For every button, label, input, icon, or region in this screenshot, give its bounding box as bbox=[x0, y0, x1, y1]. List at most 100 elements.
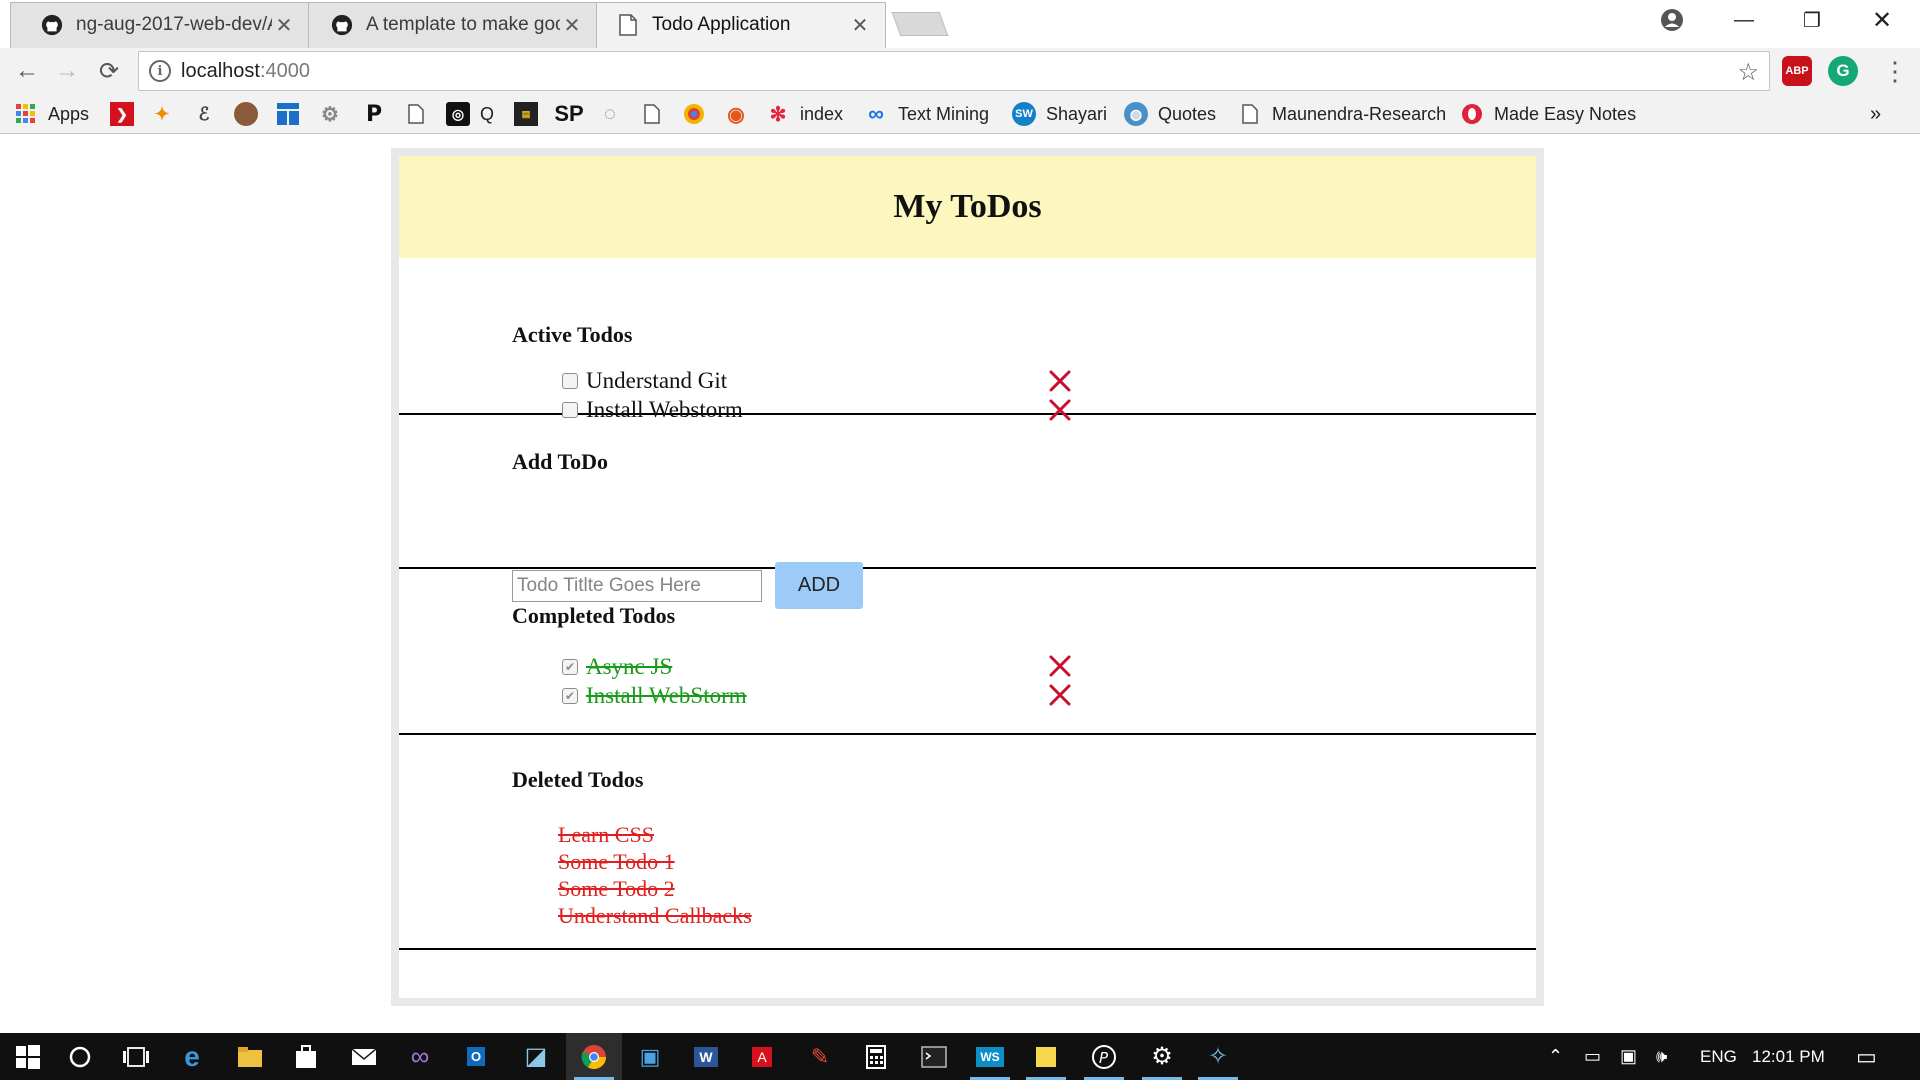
todo-checkbox-checked[interactable]: ✔ bbox=[562, 688, 578, 704]
store-icon[interactable] bbox=[278, 1033, 334, 1080]
bookmark-item[interactable]: SP bbox=[554, 100, 594, 128]
tab-2[interactable]: A template to make good ✕ bbox=[300, 2, 598, 48]
bookmark-item[interactable] bbox=[640, 100, 674, 128]
paint-3d-icon[interactable]: ✧ bbox=[1190, 1033, 1246, 1080]
tab-title: Todo Application bbox=[652, 14, 791, 35]
close-tab-icon[interactable]: ✕ bbox=[560, 13, 584, 38]
network-icon[interactable]: ▣ bbox=[1620, 1033, 1637, 1080]
bookmark-item[interactable]: ▤ bbox=[514, 100, 548, 128]
bookmark-item[interactable]: ⚙ bbox=[318, 100, 352, 128]
deleted-todo: Understand Callbacks bbox=[558, 903, 752, 928]
paint-icon[interactable]: ✎ bbox=[792, 1033, 848, 1080]
tab-1[interactable]: ng-aug-2017-web-dev/A ✕ bbox=[10, 2, 310, 48]
close-tab-icon[interactable]: ✕ bbox=[272, 13, 296, 38]
clock-time[interactable]: 12:01 PM bbox=[1752, 1033, 1825, 1080]
visual-studio-icon[interactable]: ∞ bbox=[392, 1033, 448, 1080]
bookmark-index[interactable]: ✻ index bbox=[766, 100, 843, 128]
bookmark-item[interactable]: ❯ bbox=[110, 100, 144, 128]
action-center-icon[interactable]: ▭ bbox=[1856, 1033, 1877, 1080]
volume-icon[interactable]: 🕪 bbox=[1656, 1033, 1667, 1080]
outlook-icon[interactable]: O bbox=[448, 1033, 504, 1080]
close-tab-icon[interactable]: ✕ bbox=[848, 13, 872, 38]
media-player-icon[interactable]: P bbox=[1076, 1033, 1132, 1080]
site-info-icon[interactable]: i bbox=[149, 60, 171, 82]
notes-icon[interactable]: ◪ bbox=[508, 1033, 564, 1080]
bookmark-item[interactable] bbox=[404, 100, 438, 128]
bookmark-item[interactable]: ◌ bbox=[598, 100, 632, 128]
minimize-icon[interactable]: — bbox=[1716, 0, 1772, 40]
delete-icon[interactable] bbox=[1047, 653, 1073, 679]
command-prompt-icon[interactable] bbox=[906, 1033, 962, 1080]
bookmark-label: Shayari bbox=[1046, 103, 1108, 124]
bookmark-star-icon[interactable]: ☆ bbox=[1737, 58, 1759, 87]
bookmark-item[interactable]: ✦ bbox=[150, 100, 184, 128]
tray-chevron-icon[interactable]: ⌃ bbox=[1548, 1033, 1563, 1080]
forward-icon[interactable]: → bbox=[48, 52, 86, 90]
opera-icon bbox=[1460, 102, 1484, 126]
back-icon[interactable]: ← bbox=[8, 52, 46, 90]
bookmark-item[interactable]: P bbox=[362, 100, 396, 128]
tab-3-active[interactable]: Todo Application ✕ bbox=[586, 2, 886, 48]
edge-icon[interactable]: e bbox=[164, 1033, 220, 1080]
bookmark-item[interactable] bbox=[234, 100, 268, 128]
menu-kebab-icon[interactable]: ⋮ bbox=[1876, 52, 1914, 90]
list-item: ✔ Install WebStorm bbox=[562, 682, 1062, 710]
mail-icon[interactable] bbox=[336, 1033, 392, 1080]
chrome-icon[interactable] bbox=[566, 1033, 622, 1080]
grammarly-icon[interactable]: G bbox=[1828, 56, 1858, 86]
bookmarks-overflow-icon[interactable]: » bbox=[1870, 100, 1881, 128]
bookmark-item[interactable]: ◉ bbox=[724, 100, 758, 128]
github-icon bbox=[40, 13, 64, 37]
language-indicator[interactable]: ENG bbox=[1700, 1033, 1737, 1080]
bookmark-label: Apps bbox=[48, 103, 90, 124]
webstorm-icon[interactable]: WS bbox=[962, 1033, 1018, 1080]
cortana-search-icon[interactable] bbox=[52, 1033, 108, 1080]
settings-gear-icon[interactable]: ⚙ bbox=[1134, 1033, 1190, 1080]
word-icon[interactable]: W bbox=[678, 1033, 734, 1080]
completed-todos-section: Completed Todos ✔ Async JS ✔ Install Web… bbox=[399, 569, 1536, 735]
windows-start-icon[interactable] bbox=[0, 1033, 56, 1080]
reload-icon[interactable]: ⟳ bbox=[90, 52, 128, 90]
bookmark-quotes[interactable]: ◍ Quotes bbox=[1124, 100, 1216, 128]
bookmark-label: index bbox=[800, 103, 844, 124]
bookmark-item[interactable]: ℰ bbox=[192, 100, 226, 128]
bookmark-item[interactable]: ◎ Q bbox=[446, 100, 494, 128]
profile-icon[interactable] bbox=[1644, 0, 1700, 40]
dots-icon: ✻ bbox=[769, 103, 787, 126]
bookmark-text-mining[interactable]: ∞ Text Mining bbox=[864, 100, 989, 128]
bookmark-maunendra-research[interactable]: Maunendra-Research bbox=[1238, 100, 1446, 128]
todo-checkbox[interactable] bbox=[562, 373, 578, 389]
sticky-notes-icon[interactable] bbox=[1018, 1033, 1074, 1080]
bookmark-item[interactable] bbox=[276, 100, 310, 128]
avatar-icon bbox=[234, 102, 258, 126]
page-icon bbox=[404, 102, 428, 126]
page-icon bbox=[640, 102, 664, 126]
bookmark-label: Text Mining bbox=[898, 103, 990, 124]
task-view-icon[interactable] bbox=[108, 1033, 164, 1080]
page-title: My ToDos bbox=[893, 188, 1042, 225]
address-bar[interactable]: i localhost:4000 ☆ bbox=[138, 51, 1770, 91]
new-tab-button[interactable] bbox=[891, 12, 949, 36]
file-explorer-icon[interactable] bbox=[222, 1033, 278, 1080]
delete-icon[interactable] bbox=[1047, 682, 1073, 708]
bookmark-item[interactable] bbox=[682, 100, 716, 128]
github-icon bbox=[330, 13, 354, 37]
bookmark-label: Q bbox=[480, 103, 495, 124]
bookmark-apps[interactable]: Apps bbox=[14, 100, 89, 128]
close-window-icon[interactable]: ✕ bbox=[1854, 0, 1910, 40]
tab-title: A template to make good bbox=[366, 14, 560, 35]
page-icon bbox=[616, 13, 640, 37]
deleted-todos-section: Deleted Todos Learn CSS Some Todo 1 Some… bbox=[399, 735, 1536, 950]
bookmark-made-easy-notes[interactable]: Made Easy Notes bbox=[1460, 100, 1636, 128]
delete-icon[interactable] bbox=[1047, 368, 1073, 394]
adblock-plus-icon[interactable]: ABP bbox=[1782, 56, 1812, 86]
restore-icon[interactable]: ❐ bbox=[1784, 0, 1840, 40]
todo-checkbox-checked[interactable]: ✔ bbox=[562, 659, 578, 675]
calculator-icon[interactable] bbox=[848, 1033, 904, 1080]
deleted-todo: Some Todo 2 bbox=[558, 876, 675, 901]
acrobat-icon[interactable]: A bbox=[734, 1033, 790, 1080]
tray-battery-icon[interactable]: ▭ bbox=[1584, 1033, 1601, 1080]
remote-desktop-icon[interactable]: ▣ bbox=[622, 1033, 678, 1080]
bookmarks-bar: Apps ❯ ✦ ℰ ⚙ P ◎ Q ▤ SP ◌ ◉ ✻ index ∞ Text … bbox=[0, 94, 1920, 134]
bookmark-shayari[interactable]: SW Shayari bbox=[1012, 100, 1107, 128]
